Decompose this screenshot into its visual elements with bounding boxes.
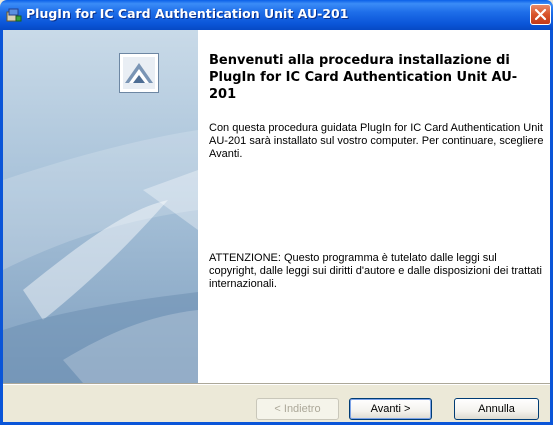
welcome-panel: Benvenuti alla procedura installazione d… bbox=[3, 30, 550, 383]
dialog-client-area: Benvenuti alla procedura installazione d… bbox=[3, 30, 550, 422]
close-button[interactable] bbox=[530, 4, 551, 25]
close-icon bbox=[534, 8, 547, 21]
next-button[interactable]: Avanti > bbox=[349, 398, 432, 420]
intro-text: Con questa procedura guidata PlugIn for … bbox=[209, 122, 544, 160]
copyright-warning-text: ATTENZIONE: Questo programma è tutelato … bbox=[209, 252, 542, 290]
logo-icon bbox=[123, 57, 155, 89]
installer-window: PlugIn for IC Card Authentication Unit A… bbox=[0, 0, 553, 425]
button-separator bbox=[3, 383, 550, 385]
banner-artwork bbox=[3, 130, 198, 383]
side-banner bbox=[3, 30, 198, 383]
window-title: PlugIn for IC Card Authentication Unit A… bbox=[26, 6, 349, 21]
welcome-heading: Benvenuti alla procedura installazione d… bbox=[209, 53, 518, 102]
back-button[interactable]: < Indietro bbox=[256, 398, 339, 420]
cancel-button[interactable]: Annulla bbox=[454, 398, 539, 420]
installer-icon bbox=[6, 7, 22, 23]
title-bar[interactable]: PlugIn for IC Card Authentication Unit A… bbox=[0, 0, 553, 30]
product-logo bbox=[119, 53, 159, 93]
